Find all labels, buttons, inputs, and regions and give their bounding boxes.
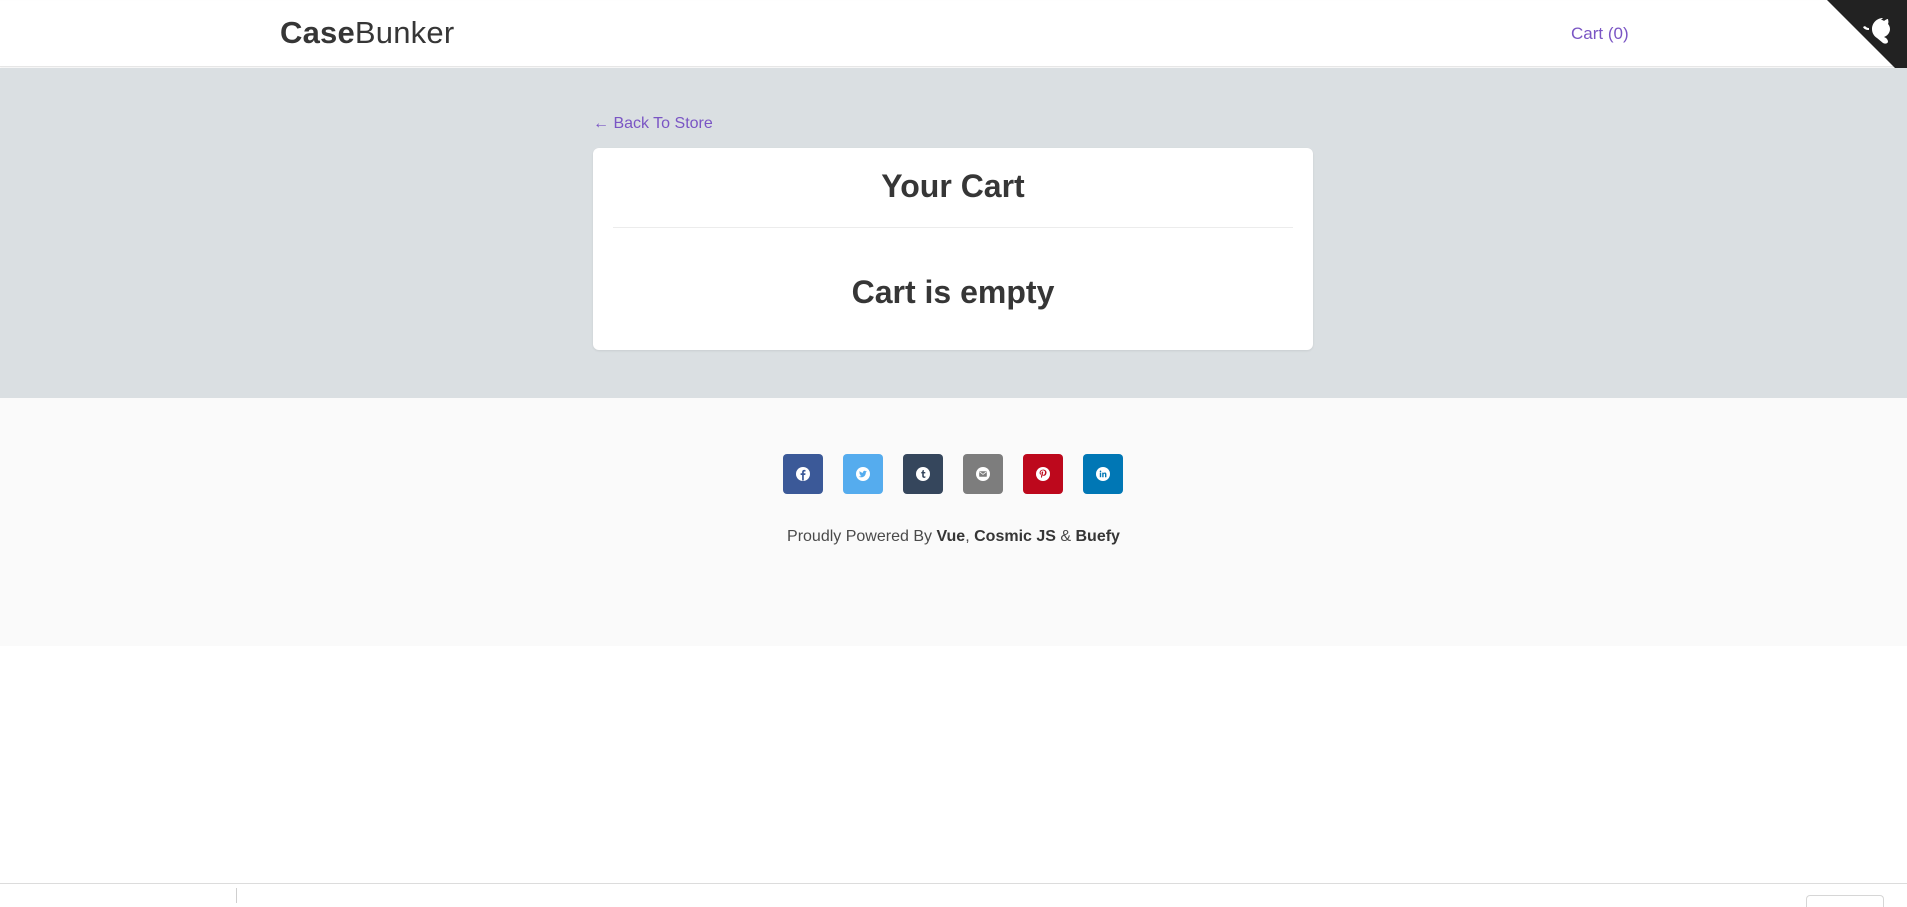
- share-email-button[interactable]: [963, 454, 1003, 494]
- powered-cosmic: Cosmic JS: [974, 528, 1056, 545]
- share-linkedin-button[interactable]: [1083, 454, 1123, 494]
- powered-prefix: Proudly Powered By: [787, 528, 932, 545]
- brand-bold: Case: [280, 15, 355, 50]
- share-twitter-button[interactable]: [843, 454, 883, 494]
- pinterest-icon: [1036, 467, 1050, 481]
- footer: [0, 398, 1907, 646]
- powered-ampersand: &: [1060, 528, 1072, 545]
- twitter-icon: [856, 467, 870, 481]
- powered-by-text: Proudly Powered By Vue, Cosmic JS & Buef…: [0, 528, 1907, 546]
- tumblr-icon: [916, 467, 930, 481]
- divider: [613, 227, 1293, 228]
- facebook-icon: [796, 467, 810, 481]
- powered-vue: Vue: [936, 528, 966, 545]
- share-pinterest-button[interactable]: [1023, 454, 1063, 494]
- email-icon: [976, 467, 990, 481]
- share-tumblr-button[interactable]: [903, 454, 943, 494]
- brand-logo[interactable]: CaseBunker: [280, 15, 454, 51]
- bottom-divider: [0, 883, 1907, 884]
- back-to-store-link[interactable]: ← Back To Store: [593, 115, 713, 133]
- bottom-tick: [236, 888, 237, 903]
- social-share-buttons: [783, 454, 1123, 494]
- cart-link[interactable]: Cart (0): [1571, 24, 1629, 44]
- powered-separator: ,: [965, 528, 970, 545]
- cart-title: Your Cart: [881, 168, 1025, 204]
- linkedin-icon: [1096, 467, 1110, 481]
- cart-card: Your Cart Cart is empty: [593, 148, 1313, 350]
- bottom-tab: [1806, 895, 1884, 907]
- brand-rest: Bunker: [354, 15, 455, 50]
- powered-buefy: Buefy: [1075, 528, 1120, 545]
- empty-cart-message: Cart is empty: [851, 274, 1055, 310]
- navbar: CaseBunker Cart (0): [0, 1, 1907, 67]
- share-facebook-button[interactable]: [783, 454, 823, 494]
